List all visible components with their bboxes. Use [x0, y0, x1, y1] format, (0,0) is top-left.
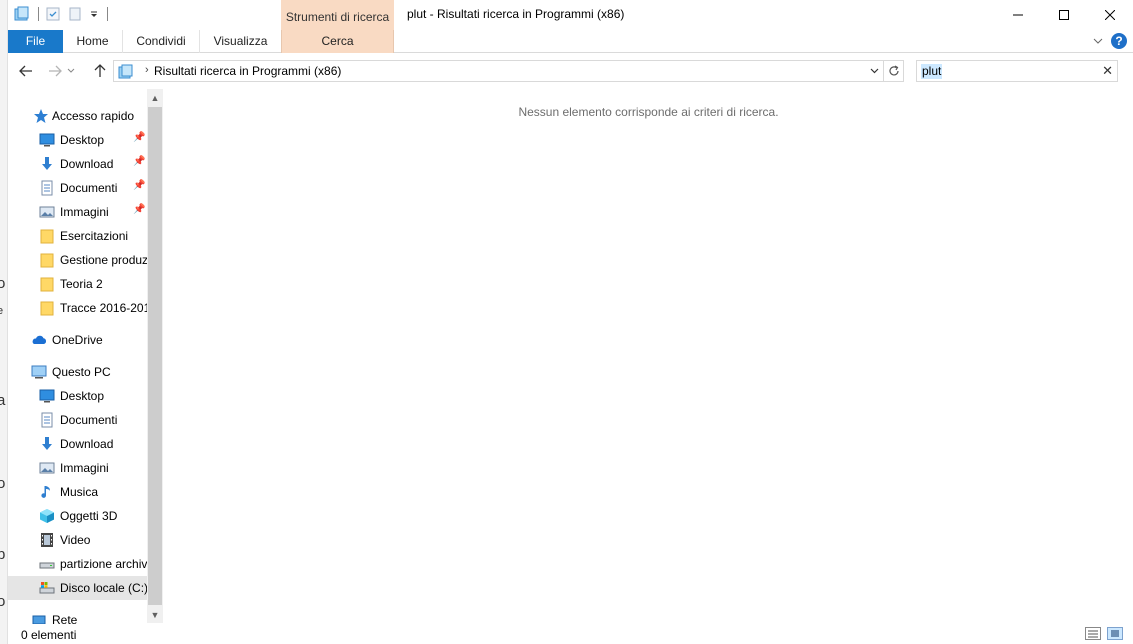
nav-pc-partition[interactable]: partizione archiv	[8, 552, 148, 576]
breadcrumb-chevron-icon[interactable]: ›	[145, 64, 149, 76]
search-results-icon	[118, 64, 134, 83]
nav-pc-video[interactable]: Video	[8, 528, 148, 552]
details-view-icon[interactable]	[1085, 627, 1101, 640]
folder-icon	[39, 252, 55, 268]
file-explorer-window: Strumenti di ricerca plut - Risultati ri…	[8, 0, 1133, 644]
download-icon	[39, 436, 55, 452]
large-icons-view-icon[interactable]	[1107, 627, 1123, 640]
onedrive-cloud-icon	[31, 332, 47, 348]
nav-pc-documents[interactable]: Documenti	[8, 408, 148, 432]
nav-onedrive[interactable]: OneDrive	[8, 328, 148, 352]
address-bar[interactable]: › Risultati ricerca in Programmi (x86)	[113, 60, 904, 82]
help-icon[interactable]: ?	[1111, 33, 1127, 49]
properties-icon[interactable]	[45, 6, 61, 22]
back-arrow-icon	[19, 65, 32, 77]
background-window-edge: o e a o i p o	[0, 0, 8, 644]
nav-quick-folder[interactable]: Teoria 2	[8, 272, 148, 296]
pin-icon: 📌	[133, 180, 146, 191]
pictures-icon	[39, 460, 55, 476]
navigation-scrollbar[interactable]: ▲ ▼	[147, 89, 163, 623]
tab-cerca[interactable]: Cerca	[281, 30, 394, 53]
pictures-icon	[39, 204, 55, 220]
address-dropdown-button[interactable]	[867, 63, 881, 79]
up-arrow-icon	[94, 64, 106, 77]
explorer-app-icon[interactable]	[14, 6, 30, 22]
recent-locations-button[interactable]	[66, 63, 76, 79]
breadcrumb-path[interactable]: Risultati ricerca in Programmi (x86)	[154, 64, 341, 78]
scroll-down-icon[interactable]: ▼	[147, 606, 163, 623]
nav-quick-documents[interactable]: Documenti 📌	[8, 176, 148, 200]
desktop-icon	[39, 388, 55, 404]
nav-pc-3d-objects[interactable]: Oggetti 3D	[8, 504, 148, 528]
star-icon	[33, 108, 49, 124]
documents-icon	[39, 180, 55, 196]
close-button[interactable]	[1087, 0, 1133, 30]
scroll-thumb[interactable]	[148, 107, 162, 605]
folder-icon	[39, 300, 55, 316]
forward-arrow-icon	[49, 65, 62, 77]
new-folder-icon[interactable]	[67, 6, 83, 22]
clear-search-icon[interactable]: ✕	[1102, 63, 1113, 79]
nav-quick-access[interactable]: Accesso rapido	[8, 104, 148, 128]
quick-access-toolbar	[14, 6, 108, 22]
minimize-button[interactable]	[995, 0, 1041, 30]
video-icon	[39, 532, 55, 548]
ribbon-tabs: File Home Condividi Visualizza Cerca ?	[8, 30, 1133, 53]
content-area[interactable]: Nessun elemento corrisponde ai criteri d…	[164, 88, 1133, 624]
pin-icon: 📌	[133, 204, 146, 215]
network-icon	[31, 612, 47, 624]
chevron-down-icon	[870, 68, 878, 74]
nav-quick-pictures[interactable]: Immagini 📌	[8, 200, 148, 224]
folder-icon	[39, 276, 55, 292]
drive-icon	[39, 556, 55, 572]
tab-visualizza[interactable]: Visualizza	[200, 30, 281, 53]
empty-results-message: Nessun elemento corrisponde ai criteri d…	[518, 105, 779, 119]
up-button[interactable]	[90, 63, 110, 79]
expand-ribbon-chevron-icon[interactable]	[1093, 34, 1103, 48]
music-icon	[39, 484, 55, 500]
desktop-icon	[39, 132, 55, 148]
tab-file[interactable]: File	[8, 30, 63, 53]
back-button[interactable]	[16, 63, 36, 79]
forward-button[interactable]	[45, 63, 65, 79]
tab-home[interactable]: Home	[63, 30, 123, 53]
navigation-pane: Accesso rapido Desktop 📌 Download 📌 Docu…	[8, 88, 163, 624]
maximize-button[interactable]	[1041, 0, 1087, 30]
pin-icon: 📌	[133, 132, 146, 143]
search-input[interactable]: plut ✕	[916, 60, 1118, 82]
nav-quick-folder[interactable]: Esercitazioni	[8, 224, 148, 248]
nav-pc-local-disk-c[interactable]: Disco locale (C:)	[8, 576, 148, 600]
nav-this-pc[interactable]: Questo PC	[8, 360, 148, 384]
nav-network[interactable]: Rete	[8, 608, 148, 624]
tab-condividi[interactable]: Condividi	[123, 30, 200, 53]
nav-quick-folder[interactable]: Tracce 2016-2018	[8, 296, 148, 320]
pin-icon: 📌	[133, 156, 146, 167]
window-title: plut - Risultati ricerca in Programmi (x…	[407, 7, 625, 21]
download-icon	[39, 156, 55, 172]
nav-pc-download[interactable]: Download	[8, 432, 148, 456]
3d-objects-icon	[39, 508, 55, 524]
nav-pc-desktop[interactable]: Desktop	[8, 384, 148, 408]
chevron-down-icon	[67, 68, 75, 73]
nav-pc-music[interactable]: Musica	[8, 480, 148, 504]
folder-icon	[39, 228, 55, 244]
refresh-button[interactable]	[883, 61, 903, 81]
documents-icon	[39, 412, 55, 428]
refresh-icon	[888, 65, 899, 76]
address-row: › Risultati ricerca in Programmi (x86) p…	[8, 54, 1133, 88]
context-tab-header: Strumenti di ricerca	[281, 0, 394, 30]
computer-icon	[31, 364, 47, 380]
nav-quick-desktop[interactable]: Desktop 📌	[8, 128, 148, 152]
system-drive-icon	[39, 580, 55, 596]
items-count: 0 elementi	[21, 628, 77, 642]
nav-quick-folder[interactable]: Gestione produz	[8, 248, 148, 272]
nav-pc-pictures[interactable]: Immagini	[8, 456, 148, 480]
customize-toolbar-chevron-icon[interactable]	[89, 6, 99, 22]
nav-quick-download[interactable]: Download 📌	[8, 152, 148, 176]
search-query[interactable]: plut	[921, 64, 943, 79]
title-bar: Strumenti di ricerca plut - Risultati ri…	[8, 0, 1133, 30]
scroll-up-icon[interactable]: ▲	[147, 89, 163, 106]
status-bar: 0 elementi	[8, 624, 1133, 644]
